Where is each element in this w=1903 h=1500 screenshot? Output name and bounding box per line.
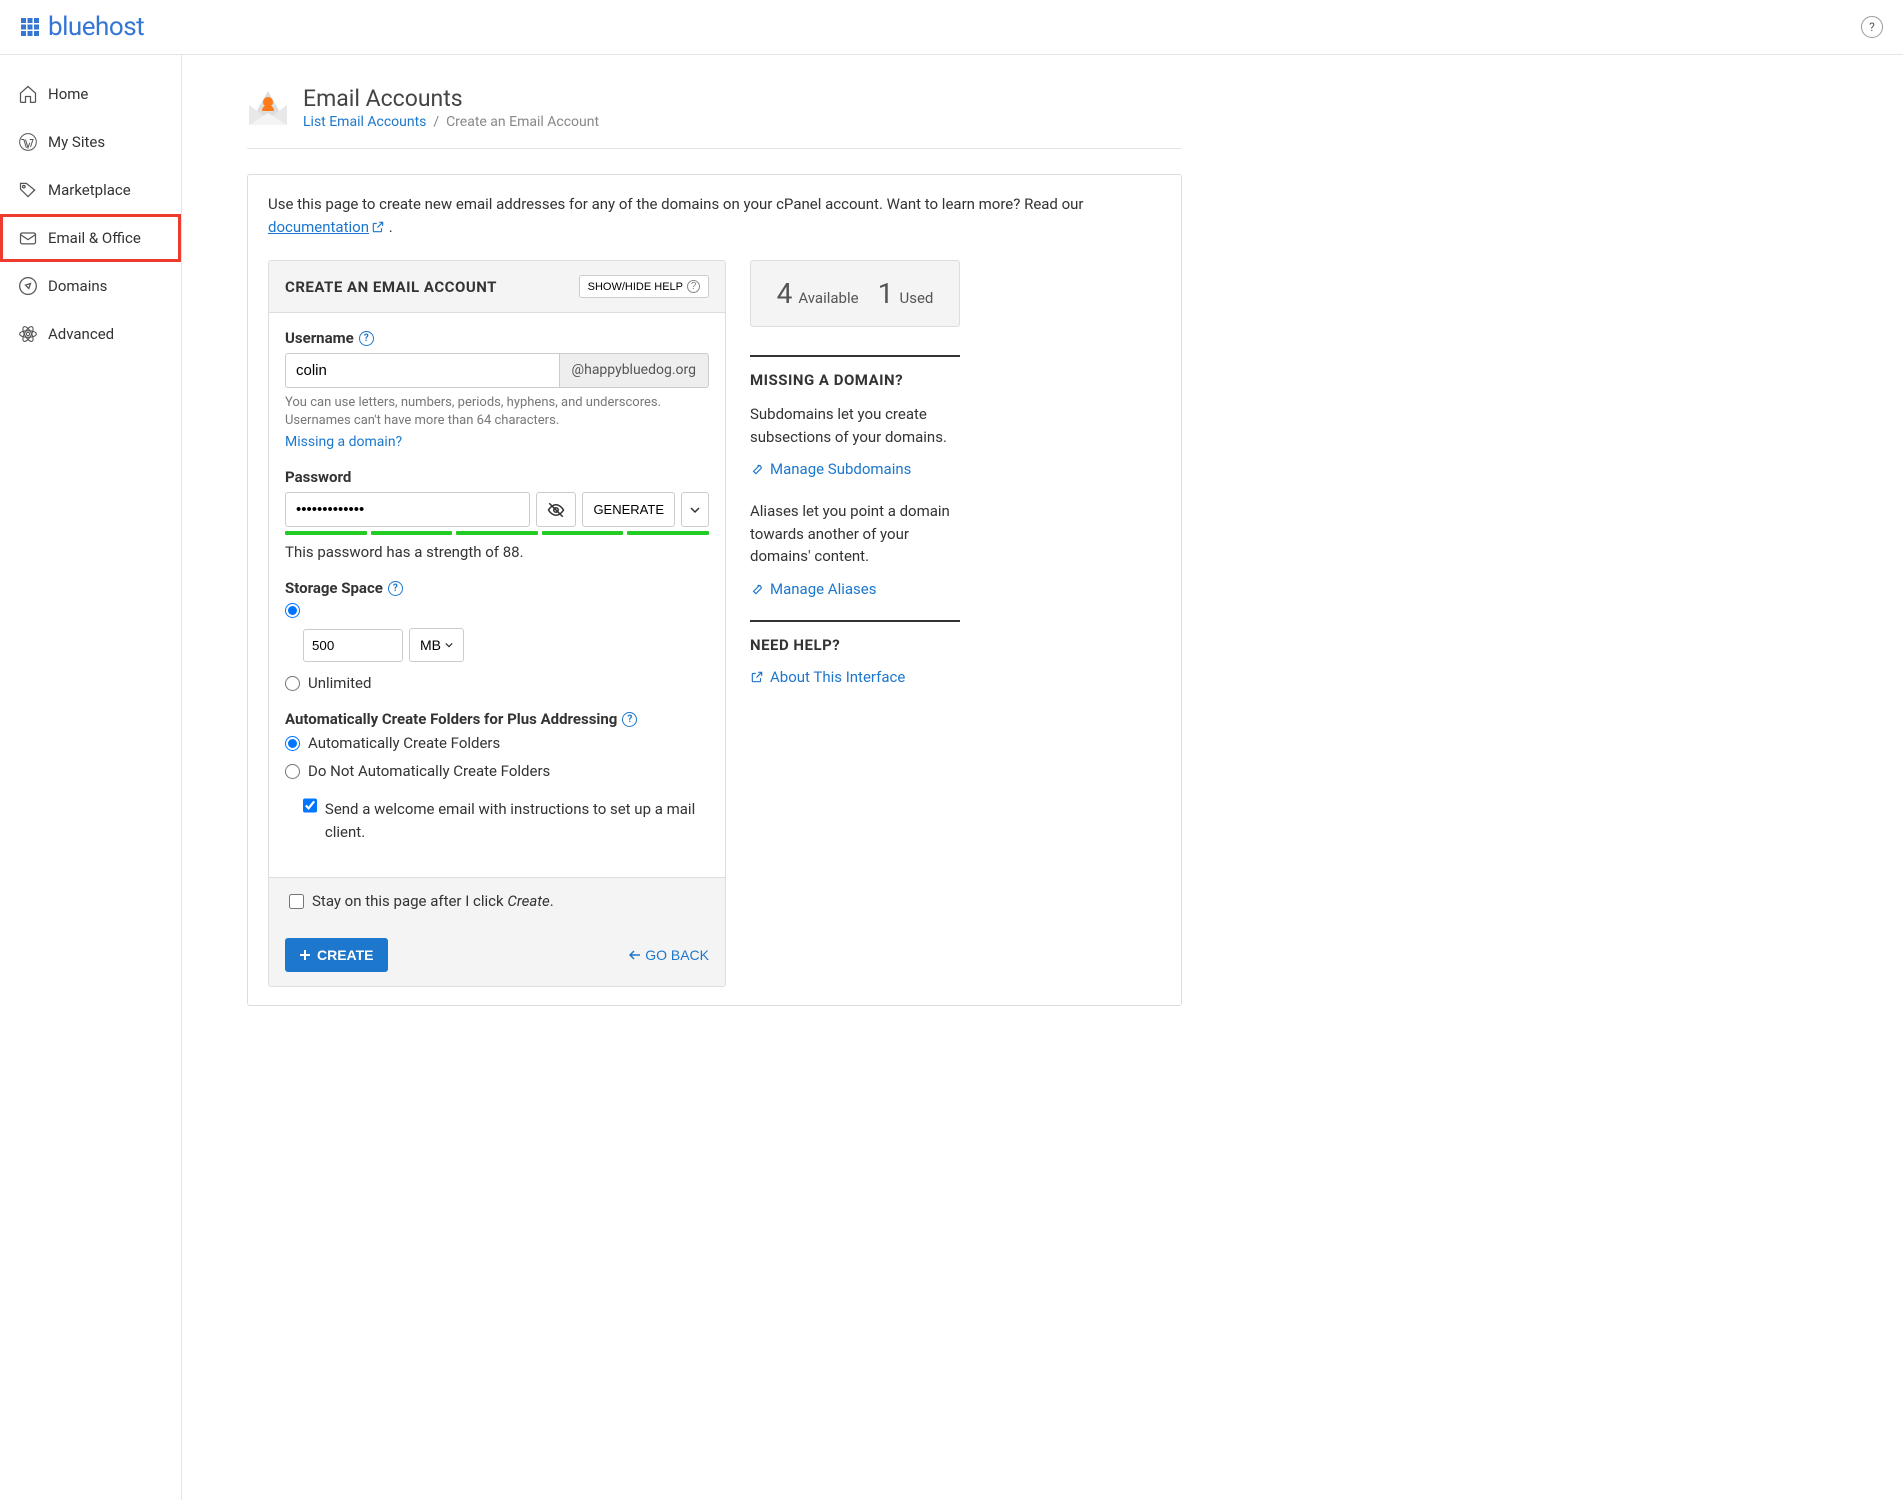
sidebar-item-mysites[interactable]: My Sites bbox=[0, 118, 181, 166]
username-label: Username ? bbox=[285, 329, 709, 347]
external-link-icon bbox=[750, 670, 764, 684]
stay-checkbox[interactable] bbox=[289, 894, 304, 909]
missing-domain-title: MISSING A DOMAIN? bbox=[750, 371, 960, 389]
email-accounts-icon bbox=[247, 89, 289, 127]
page-header: Email Accounts List Email Accounts / Cre… bbox=[247, 85, 1182, 149]
storage-unit-select[interactable]: MB bbox=[409, 628, 464, 662]
tag-icon bbox=[18, 180, 38, 200]
storage-label: Storage Space ? bbox=[285, 579, 709, 597]
manage-aliases-link[interactable]: Manage Aliases bbox=[750, 580, 960, 598]
stats-box: 4 Available 1 Used bbox=[750, 260, 960, 327]
wordpress-icon bbox=[18, 132, 38, 152]
sidebar-item-email-office[interactable]: Email & Office bbox=[0, 214, 181, 262]
welcome-email-checkbox[interactable] bbox=[303, 798, 317, 813]
chevron-down-icon bbox=[690, 505, 700, 515]
help-icon: ? bbox=[687, 280, 700, 293]
domain-addon: @happybluedog.org bbox=[560, 353, 709, 388]
show-hide-help-button[interactable]: SHOW/HIDE HELP ? bbox=[579, 275, 709, 298]
breadcrumb: List Email Accounts / Create an Email Ac… bbox=[303, 114, 599, 130]
wrench-icon bbox=[750, 462, 764, 476]
chevron-down-icon bbox=[445, 641, 453, 649]
subdomains-text: Subdomains let you create subsections of… bbox=[750, 403, 960, 448]
help-icon[interactable]: ? bbox=[388, 581, 403, 596]
generate-dropdown-button[interactable] bbox=[681, 492, 709, 527]
sidebar-item-advanced[interactable]: Advanced bbox=[0, 310, 181, 358]
stay-label: Stay on this page after I click Create. bbox=[312, 892, 554, 910]
mail-icon bbox=[18, 228, 38, 248]
brand-logo[interactable]: bluehost bbox=[20, 12, 144, 42]
sidebar: Home My Sites Marketplace Email & Office… bbox=[0, 55, 182, 1500]
create-button[interactable]: CREATE bbox=[285, 938, 388, 972]
help-icon[interactable]: ? bbox=[622, 712, 637, 727]
plus-icon bbox=[299, 949, 311, 961]
main-content: Email Accounts List Email Accounts / Cre… bbox=[182, 55, 1182, 1500]
app-switcher-icon[interactable] bbox=[20, 17, 40, 37]
create-email-panel: CREATE AN EMAIL ACCOUNT SHOW/HIDE HELP ?… bbox=[268, 260, 726, 987]
folders-auto-label: Automatically Create Folders bbox=[308, 734, 500, 752]
sidebar-item-label: Advanced bbox=[48, 325, 114, 343]
breadcrumb-link[interactable]: List Email Accounts bbox=[303, 114, 426, 130]
folders-auto-radio[interactable] bbox=[285, 736, 300, 751]
password-strength-text: This password has a strength of 88. bbox=[285, 543, 709, 561]
storage-limited-radio[interactable] bbox=[285, 603, 300, 618]
username-helper: You can use letters, numbers, periods, h… bbox=[285, 394, 709, 430]
divider bbox=[750, 355, 960, 357]
sidebar-item-label: Email & Office bbox=[48, 229, 141, 247]
divider bbox=[750, 620, 960, 622]
folders-noauto-radio[interactable] bbox=[285, 764, 300, 779]
stat-available: 4 Available bbox=[777, 277, 859, 310]
folders-noauto-label: Do Not Automatically Create Folders bbox=[308, 762, 550, 780]
documentation-link[interactable]: documentation bbox=[268, 218, 385, 236]
manage-subdomains-link[interactable]: Manage Subdomains bbox=[750, 460, 960, 478]
topbar: bluehost ? bbox=[0, 0, 1903, 55]
help-icon[interactable]: ? bbox=[359, 331, 374, 346]
sidebar-item-label: My Sites bbox=[48, 133, 105, 151]
sidebar-item-label: Domains bbox=[48, 277, 107, 295]
password-label: Password bbox=[285, 468, 709, 486]
storage-value-input[interactable] bbox=[303, 629, 403, 662]
sidebar-item-domains[interactable]: Domains bbox=[0, 262, 181, 310]
welcome-email-label: Send a welcome email with instructions t… bbox=[325, 798, 709, 843]
wrench-icon bbox=[750, 582, 764, 596]
storage-unlimited-radio[interactable] bbox=[285, 676, 300, 691]
missing-domain-link[interactable]: Missing a domain? bbox=[285, 434, 402, 450]
arrow-left-icon bbox=[629, 949, 641, 961]
sidebar-item-marketplace[interactable]: Marketplace bbox=[0, 166, 181, 214]
go-back-button[interactable]: GO BACK bbox=[629, 947, 709, 963]
brand-name: bluehost bbox=[48, 12, 144, 42]
sidebar-item-label: Home bbox=[48, 85, 88, 103]
intro-text: Use this page to create new email addres… bbox=[268, 193, 1161, 238]
page-title: Email Accounts bbox=[303, 85, 599, 112]
generate-password-button[interactable]: GENERATE bbox=[582, 492, 675, 527]
need-help-title: NEED HELP? bbox=[750, 636, 960, 654]
eye-slash-icon bbox=[547, 501, 565, 519]
aliases-text: Aliases let you point a domain towards a… bbox=[750, 500, 960, 568]
password-strength-bar bbox=[285, 531, 709, 535]
stat-used: 1 Used bbox=[878, 277, 934, 310]
folders-label: Automatically Create Folders for Plus Ad… bbox=[285, 710, 709, 728]
sidebar-item-label: Marketplace bbox=[48, 181, 131, 199]
panel-footer: Stay on this page after I click Create. … bbox=[269, 877, 725, 986]
password-input[interactable] bbox=[285, 492, 530, 527]
panel-title: CREATE AN EMAIL ACCOUNT bbox=[285, 278, 497, 296]
folders-group: Automatically Create Folders for Plus Ad… bbox=[285, 710, 709, 843]
breadcrumb-current: Create an Email Account bbox=[446, 114, 599, 130]
username-input[interactable] bbox=[285, 353, 560, 388]
home-icon bbox=[18, 84, 38, 104]
help-icon[interactable]: ? bbox=[1861, 16, 1883, 38]
sidebar-item-home[interactable]: Home bbox=[0, 70, 181, 118]
panel-header: CREATE AN EMAIL ACCOUNT SHOW/HIDE HELP ? bbox=[269, 261, 725, 313]
compass-icon bbox=[18, 276, 38, 296]
about-interface-link[interactable]: About This Interface bbox=[750, 668, 960, 686]
password-group: Password GENERATE bbox=[285, 468, 709, 561]
username-group: Username ? @happybluedog.org You can use… bbox=[285, 329, 709, 450]
atom-icon bbox=[18, 324, 38, 344]
intro-panel: Use this page to create new email addres… bbox=[247, 174, 1182, 1006]
toggle-visibility-button[interactable] bbox=[536, 492, 576, 527]
storage-group: Storage Space ? MB bbox=[285, 579, 709, 692]
unlimited-label: Unlimited bbox=[308, 674, 371, 692]
